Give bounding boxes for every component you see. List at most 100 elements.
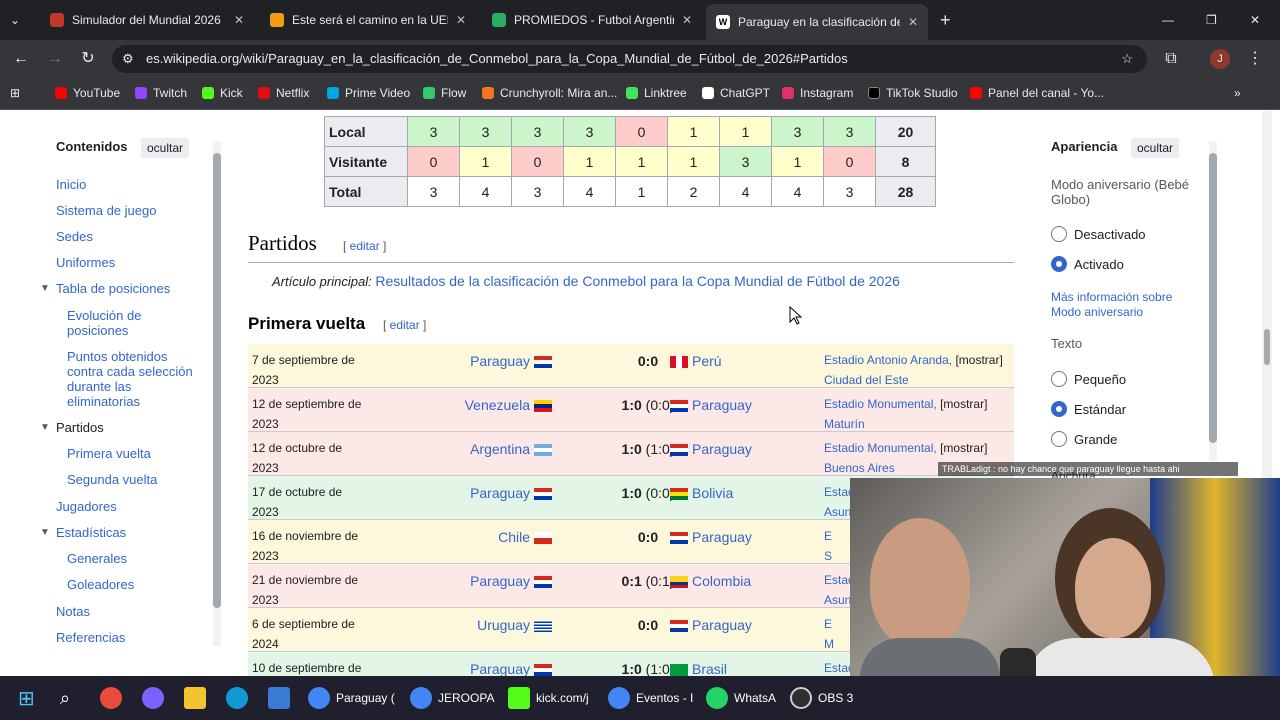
toc-item-tabla[interactable]: Tabla de posiciones [56,281,170,296]
chevron-down-icon[interactable]: ▼ [40,527,50,538]
profile-avatar[interactable]: J [1210,49,1230,69]
toc-item-estadisticas[interactable]: Estadísticas [56,525,126,540]
away-team[interactable]: Bolivia [666,485,733,501]
mode-on-label[interactable]: Activado [1074,257,1124,272]
toc-item-evolucion[interactable]: Evolución de posiciones [67,308,177,338]
toc-item-generales[interactable]: Generales [67,551,127,566]
taskbar-obs[interactable]: OBS 3 [790,686,853,710]
bookmark-prime-video[interactable]: Prime Video [327,86,410,100]
bookmark-instagram[interactable]: Instagram [782,86,853,100]
chevron-down-icon[interactable]: ▼ [40,422,50,433]
bookmark-flow[interactable]: Flow [423,86,466,100]
tab-search-button[interactable]: ⌄ [0,6,40,34]
toc-item-jugadores[interactable]: Jugadores [56,499,117,514]
toc-scroll-thumb[interactable] [213,153,221,608]
home-team[interactable]: Paraguay [470,573,556,589]
forward-button[interactable]: → [44,48,66,70]
toc-item-uniformes[interactable]: Uniformes [56,255,115,270]
tab-promiedos[interactable]: PROMIEDOS - Futbol Argentino ✕ [482,6,702,34]
mode-off-radio[interactable] [1051,226,1067,242]
apps-button[interactable]: ⊞ [10,86,20,100]
match-venue[interactable]: Estadio Antonio Aranda, [mostrar] Ciudad … [824,350,1010,390]
url-bar[interactable]: ⚙ es.wikipedia.org/wiki/Paraguay_en_la_c… [112,45,1147,73]
toc-item-referencias[interactable]: Referencias [56,630,125,645]
show-toggle[interactable]: [mostrar] [940,441,987,455]
show-toggle[interactable]: [mostrar] [940,397,987,411]
chevron-down-icon[interactable]: ▼ [40,283,50,294]
taskbar-store[interactable] [268,686,296,710]
home-team[interactable]: Chile [498,529,556,545]
tab-wikipedia-paraguay[interactable]: W Paraguay en la clasificación de C ✕ [706,4,928,40]
away-team[interactable]: Colombia [666,573,751,589]
home-team[interactable]: Paraguay [470,353,556,369]
restore-button[interactable]: ❐ [1196,6,1226,34]
close-icon[interactable]: ✕ [456,13,466,27]
bookmark-netflix[interactable]: Netflix [258,86,309,100]
toc-item-segunda-vuelta[interactable]: Segunda vuelta [67,472,157,487]
text-standard-label[interactable]: Estándar [1074,402,1126,417]
away-team[interactable]: Perú [666,353,722,369]
close-icon[interactable]: ✕ [908,15,918,29]
taskbar-chrome-paraguay[interactable]: Paraguay ( [308,686,395,710]
taskbar-chrome-eventos[interactable]: Eventos - I [608,686,693,710]
tab-uefa[interactable]: Este será el camino en la UEFA p ✕ [260,6,476,34]
taskbar-chrome-jeroopa[interactable]: JEROOPA [410,686,494,710]
toc-item-notas[interactable]: Notas [56,604,90,619]
taskbar-whatsapp[interactable]: WhatsA [706,686,776,710]
text-large-label[interactable]: Grande [1074,432,1117,447]
reload-button[interactable]: ↻ [77,48,99,70]
bookmark-crunchyroll[interactable]: Crunchyroll: Mira an... [482,86,617,100]
bookmark-twitch[interactable]: Twitch [135,86,187,100]
home-team[interactable]: Uruguay [477,617,556,633]
bookmark-youtube-panel[interactable]: Panel del canal - Yo... [970,86,1104,100]
away-team[interactable]: Paraguay [666,617,752,633]
bookmarks-overflow-button[interactable]: » [1234,86,1241,100]
away-team[interactable]: Brasil [666,661,727,676]
text-small-label[interactable]: Pequeño [1074,372,1126,387]
bookmark-linktree[interactable]: Linktree [626,86,687,100]
bookmark-kick[interactable]: Kick [202,86,243,100]
page-scroll-thumb[interactable] [1264,329,1270,365]
home-team[interactable]: Venezuela [465,397,556,413]
main-article-link[interactable]: Resultados de la clasificación de Conmeb… [375,273,900,289]
match-venue[interactable]: Estadio Monumental, [mostrar] Maturín [824,394,1010,434]
toc-item-primera-vuelta[interactable]: Primera vuelta [67,446,151,461]
star-icon[interactable]: ☆ [1121,45,1133,73]
text-large-radio[interactable] [1051,431,1067,447]
start-button[interactable]: ⊞ [18,686,35,710]
appearance-scrollbar[interactable] [1209,141,1217,461]
home-team[interactable]: Paraguay [470,661,556,676]
toc-hide-button[interactable]: ocultar [141,138,190,158]
tab-simulador[interactable]: Simulador del Mundial 2026 ✕ [40,6,254,34]
away-team[interactable]: Paraguay [666,397,752,413]
bookmark-youtube[interactable]: YouTube [55,86,120,100]
close-icon[interactable]: ✕ [234,13,244,27]
text-standard-radio[interactable] [1051,401,1067,417]
home-team[interactable]: Paraguay [470,485,556,501]
toc-item-sistema[interactable]: Sistema de juego [56,203,156,218]
extensions-button[interactable]: ⧉ [1160,48,1182,70]
close-window-button[interactable]: ✕ [1240,6,1270,34]
bookmark-tiktok-studio[interactable]: TikTok Studio [868,86,958,100]
taskbar-app-a[interactable] [100,686,128,710]
mode-on-radio[interactable] [1051,256,1067,272]
toc-item-puntos[interactable]: Puntos obtenidos contra cada selección d… [67,349,202,409]
more-info-link[interactable]: Más información sobre Modo aniversario [1051,290,1201,320]
away-team[interactable]: Paraguay [666,441,752,457]
new-tab-button[interactable]: + [930,6,958,34]
toc-item-partidos[interactable]: Partidos [56,420,104,435]
appearance-hide-button[interactable]: ocultar [1131,138,1180,158]
toc-item-goleadores[interactable]: Goleadores [67,577,134,592]
toc-item-inicio[interactable]: Inicio [56,177,86,192]
menu-button[interactable]: ⋮ [1244,48,1266,70]
appearance-scroll-thumb[interactable] [1209,153,1217,443]
home-team[interactable]: Argentina [470,441,556,457]
edit-subsection-link[interactable]: [ editar ] [383,318,426,332]
away-team[interactable]: Paraguay [666,529,752,545]
taskbar-kick[interactable]: kick.com/j [508,686,589,710]
site-info-icon[interactable]: ⚙ [122,45,134,73]
search-button[interactable]: ⌕ [60,686,70,710]
bookmark-chatgpt[interactable]: ChatGPT [702,86,770,100]
toc-item-sedes[interactable]: Sedes [56,229,93,244]
mode-off-label[interactable]: Desactivado [1074,227,1146,242]
